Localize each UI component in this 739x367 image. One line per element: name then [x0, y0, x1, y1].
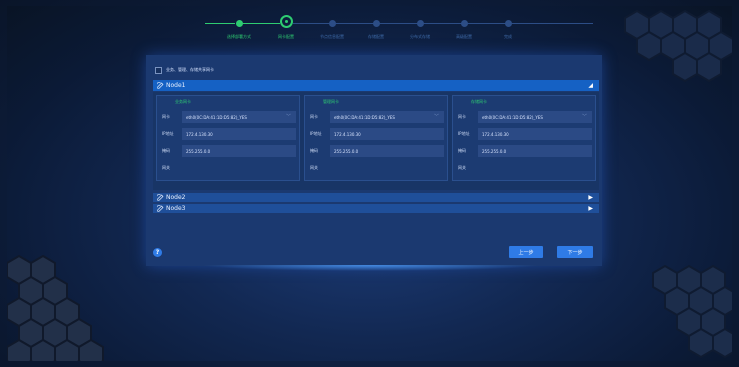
- gateway-row: 网关: [456, 162, 592, 174]
- nic-select-row: 网卡 eth0(0C:DA:41:1D:D5:82)_YES ﹀: [308, 111, 444, 123]
- triangle-right-icon[interactable]: ▶: [588, 205, 593, 212]
- step-connector: [293, 23, 593, 24]
- nic-label: 网卡: [162, 114, 170, 119]
- nic-label: 网卡: [458, 114, 466, 119]
- mask-input[interactable]: 255.255.0.0: [330, 145, 444, 157]
- hex-pattern-bottom-right: [652, 264, 732, 359]
- step-dot-4[interactable]: [373, 20, 380, 27]
- nic-select[interactable]: eth0(0C:DA:41:1D:D5:82)_YES ﹀: [478, 111, 592, 123]
- gateway-input[interactable]: [182, 162, 296, 174]
- step-dot-5[interactable]: [417, 20, 424, 27]
- step-label-4: 存储配置: [368, 34, 384, 39]
- gateway-label: 网关: [310, 165, 318, 170]
- gateway-input[interactable]: [478, 162, 592, 174]
- mask-input[interactable]: 255.255.0.0: [478, 145, 592, 157]
- gateway-row: 网关: [160, 162, 296, 174]
- nic-select-value: eth0(0C:DA:41:1D:D5:82)_YES: [482, 114, 543, 120]
- storage-nic-group: 存储网卡 网卡 eth0(0C:DA:41:1D:D5:82)_YES ﹀ IP地…: [452, 95, 596, 181]
- step-dot-7[interactable]: [505, 20, 512, 27]
- node3-header[interactable]: Node3 ▶: [153, 204, 599, 213]
- triangle-right-icon[interactable]: ▶: [588, 194, 593, 201]
- step-label-2: 网卡配置: [278, 34, 294, 39]
- chevron-down-icon: ﹀: [433, 114, 439, 120]
- management-nic-group: 管理网卡 网卡 eth0(0C:DA:41:1D:D5:82)_YES ﹀ IP地…: [304, 95, 448, 181]
- share-nic-label: 业务、管理、存储共享网卡: [166, 67, 214, 72]
- step-label-5: 分布式存储: [410, 34, 430, 39]
- share-nic-checkbox[interactable]: [155, 66, 162, 74]
- triangle-up-icon[interactable]: ◢: [588, 82, 593, 89]
- ip-row: IP地址 172.4.130.30: [160, 128, 296, 140]
- node1-header[interactable]: Node1 ◢: [153, 80, 599, 91]
- step-connector: [205, 23, 235, 24]
- nic-group-title: 业务网卡: [175, 99, 191, 104]
- gateway-row: 网关: [308, 162, 444, 174]
- node1-title: Node1: [166, 82, 186, 89]
- nic-select-row: 网卡 eth0(0C:DA:41:1D:D5:82)_YES ﹀: [160, 111, 296, 123]
- nic-select[interactable]: eth0(0C:DA:41:1D:D5:82)_YES ﹀: [330, 111, 444, 123]
- nic-group-title: 存储网卡: [471, 99, 487, 104]
- ip-row: IP地址 172.4.130.30: [456, 128, 592, 140]
- next-step-button[interactable]: 下一步: [557, 246, 593, 258]
- share-nic-option[interactable]: 业务、管理、存储共享网卡: [155, 66, 214, 74]
- gateway-label: 网关: [458, 165, 466, 170]
- nic-config-panel: 业务、管理、存储共享网卡 Node1 ◢ 业务网卡 网卡 eth0(0C:DA:…: [146, 55, 602, 266]
- hex-pattern-bottom-left: [7, 254, 104, 361]
- ip-label: IP地址: [310, 131, 322, 136]
- gateway-label: 网关: [162, 165, 170, 170]
- nic-select-value: eth0(0C:DA:41:1D:D5:82)_YES: [186, 114, 247, 120]
- step-dot-6[interactable]: [461, 20, 468, 27]
- step-connector: [242, 23, 280, 24]
- nic-group-title: 管理网卡: [323, 99, 339, 104]
- nic-label: 网卡: [310, 114, 318, 119]
- step-label-7: 完成: [504, 34, 512, 39]
- business-nic-group: 业务网卡 网卡 eth0(0C:DA:41:1D:D5:82)_YES ﹀ IP地…: [156, 95, 300, 181]
- chevron-down-icon: ﹀: [581, 114, 587, 120]
- ip-row: IP地址 172.4.130.30: [308, 128, 444, 140]
- help-icon[interactable]: ?: [153, 248, 162, 257]
- hex-pattern-top-right: [624, 9, 732, 83]
- mask-row: 掩码 255.255.0.0: [160, 145, 296, 157]
- nic-select[interactable]: eth0(0C:DA:41:1D:D5:82)_YES ﹀: [182, 111, 296, 123]
- ip-label: IP地址: [458, 131, 470, 136]
- node1-body: 业务网卡 网卡 eth0(0C:DA:41:1D:D5:82)_YES ﹀ IP地…: [153, 92, 599, 190]
- mask-row: 掩码 255.255.0.0: [456, 145, 592, 157]
- ip-input[interactable]: 172.4.130.30: [330, 128, 444, 140]
- chevron-down-icon: ﹀: [285, 114, 291, 120]
- step-label-6: 高级配置: [456, 34, 472, 39]
- step-label-3: 节点信息配置: [320, 34, 344, 39]
- ip-label: IP地址: [162, 131, 174, 136]
- node2-title: Node2: [166, 194, 186, 201]
- gateway-input[interactable]: [330, 162, 444, 174]
- step-dot-1[interactable]: [236, 20, 243, 27]
- mask-input[interactable]: 255.255.0.0: [182, 145, 296, 157]
- step-label-1: 选择部署方式: [227, 34, 251, 39]
- edit-icon: [157, 205, 164, 212]
- ip-input[interactable]: 172.4.130.30: [478, 128, 592, 140]
- step-dot-2-current[interactable]: [280, 15, 293, 28]
- node3-title: Node3: [166, 205, 186, 212]
- nic-select-row: 网卡 eth0(0C:DA:41:1D:D5:82)_YES ﹀: [456, 111, 592, 123]
- edit-icon: [157, 82, 164, 89]
- ip-input[interactable]: 172.4.130.30: [182, 128, 296, 140]
- setup-stepper: 选择部署方式 网卡配置 节点信息配置 存储配置 分布式存储 高级配置 完成: [197, 12, 597, 40]
- mask-label: 掩码: [162, 148, 170, 153]
- mask-label: 掩码: [458, 148, 466, 153]
- step-dot-3[interactable]: [329, 20, 336, 27]
- node2-header[interactable]: Node2 ▶: [153, 193, 599, 202]
- mask-row: 掩码 255.255.0.0: [308, 145, 444, 157]
- prev-step-button[interactable]: 上一步: [509, 246, 543, 258]
- edit-icon: [157, 194, 164, 201]
- panel-glow: [200, 265, 540, 271]
- mask-label: 掩码: [310, 148, 318, 153]
- nic-select-value: eth0(0C:DA:41:1D:D5:82)_YES: [334, 114, 395, 120]
